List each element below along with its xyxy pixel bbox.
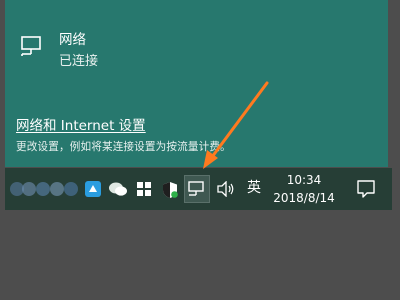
wechat-icon[interactable] <box>107 176 127 202</box>
volume-icon[interactable] <box>215 176 235 202</box>
notification-icon[interactable] <box>355 178 377 200</box>
shield-icon[interactable] <box>160 176 180 202</box>
network-settings-description: 更改设置，例如将某连接设置为按流量计费。 <box>16 141 231 153</box>
bird-app-icon[interactable] <box>83 176 103 202</box>
clock-date: 2018/8/14 <box>273 191 335 205</box>
network-tray-icon[interactable] <box>184 175 210 203</box>
network-monitor-icon <box>20 35 46 59</box>
taskbar: 英 10:34 2018/8/14 <box>5 168 392 210</box>
network-entry[interactable]: 网络 已连接 <box>16 25 216 70</box>
network-name: 网络 <box>59 32 86 48</box>
clock-time: 10:34 <box>286 173 322 187</box>
blurred-app-icons[interactable] <box>9 180 81 198</box>
network-status: 已连接 <box>59 54 99 69</box>
input-method-indicator[interactable]: 英 <box>243 178 265 198</box>
flag-icon[interactable] <box>135 176 155 202</box>
network-settings-link[interactable]: 网络和 Internet 设置 <box>16 114 146 134</box>
desktop: 网络 已连接 网络和 Internet 设置 更改设置，例如将某连接设置为按流量… <box>0 0 400 300</box>
clock[interactable]: 10:34 2018/8/14 <box>271 170 337 208</box>
network-flyout: 网络 已连接 网络和 Internet 设置 更改设置，例如将某连接设置为按流量… <box>5 0 388 167</box>
